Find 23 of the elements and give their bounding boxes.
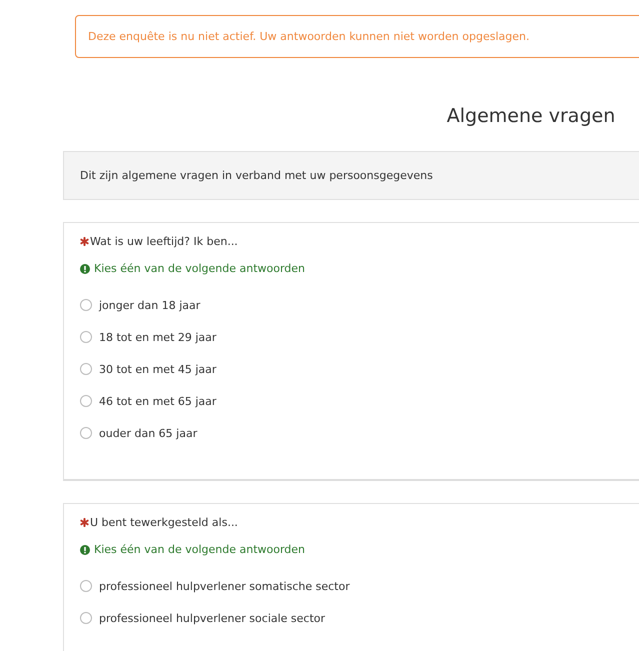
radio-button[interactable] [80, 331, 92, 343]
hint-text: Kies één van de volgende antwoorden [94, 262, 306, 275]
exclamation-icon [80, 544, 90, 554]
option-label[interactable]: jonger dan 18 jaar [99, 298, 200, 312]
hint-text: Kies één van de volgende antwoorden [94, 543, 306, 556]
question-text: U bent tewerkgesteld als... [90, 516, 238, 529]
option-label[interactable]: professioneel hulpverlener sociale sector [99, 612, 326, 624]
alert-message: Deze enquête is nu niet actief. Uw antwoorden kunnen niet worden opgeslagen. [75, 15, 639, 58]
radio-button[interactable] [80, 580, 92, 592]
option-label[interactable]: 18 tot en met 29 jaar [99, 330, 216, 344]
group-title: Algemene vragen [446, 105, 616, 127]
option-label[interactable]: 30 tot en met 45 jaar [99, 362, 216, 376]
option-label[interactable]: professioneel hulpverlener somatische sector [99, 580, 350, 592]
radio-button[interactable] [80, 299, 92, 311]
question-text: Wat is uw leeftijd? Ik ben... [90, 235, 238, 248]
option-label[interactable]: ouder dan 65 jaar [99, 426, 198, 440]
group-description: Dit zijn algemene vragen in verband met uw persoonsgegevens [80, 169, 433, 182]
radio-button[interactable] [80, 395, 92, 407]
radio-button[interactable] [80, 427, 92, 439]
radio-button[interactable] [80, 363, 92, 375]
option-label[interactable]: 46 tot en met 65 jaar [99, 394, 216, 408]
radio-button[interactable] [80, 612, 92, 624]
exclamation-icon [80, 264, 90, 274]
